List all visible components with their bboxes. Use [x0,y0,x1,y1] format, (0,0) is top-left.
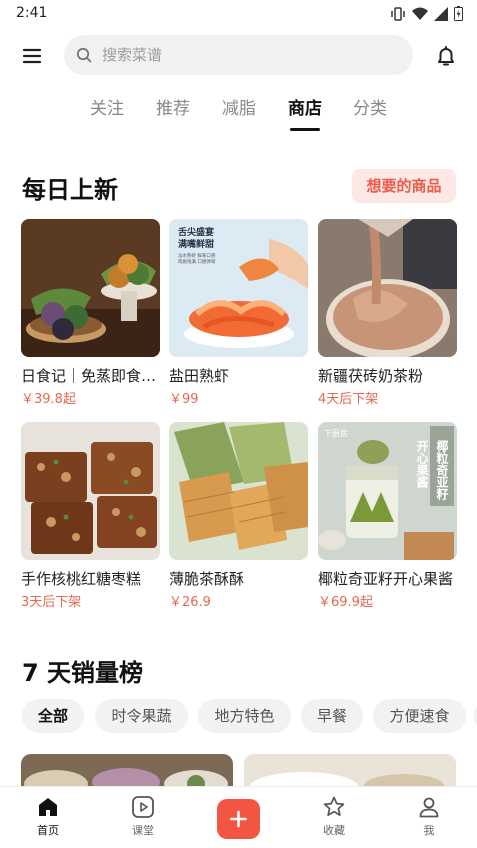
chip-local-specialty[interactable]: 地方特色 [198,699,291,733]
tab-follow[interactable]: 关注 [90,94,124,119]
product-image-milk-tea [318,219,457,357]
shrimp-text-4: 肉质饱满 口感弹韧 [178,258,216,265]
plus-icon [230,810,247,828]
product-card[interactable]: 舌尖盛宴 满嘴鲜甜 淡水熟虾 鲜味口感 肉质饱满 口感弹韧 盐田熟虾 ￥99 [169,219,308,407]
product-price: ￥99 [169,392,199,407]
active-tab-indicator [290,128,320,131]
product-card[interactable]: 下厨房 椰粒奇亚籽 开心果酱 椰粒奇亚籽开心果酱 ￥69.9起 [318,422,457,610]
chip-breakfast[interactable]: 早餐 [301,699,363,733]
bottom-navigation: 首页 课堂 收藏 我 [0,786,477,848]
product-image-shrimp: 舌尖盛宴 满嘴鲜甜 淡水熟虾 鲜味口感 肉质饱满 口感弹韧 [169,219,308,357]
rank-card-preview[interactable] [244,754,456,788]
search-icon [76,47,92,63]
product-image-pistachio-jam: 下厨房 椰粒奇亚籽 开心果酱 [318,422,457,560]
nav-me[interactable]: 我 [399,795,459,838]
play-icon [132,796,154,818]
chip-instant-food[interactable]: 方便速食 [373,699,466,733]
shrimp-text-2: 满嘴鲜甜 [178,238,214,250]
menu-button[interactable] [18,44,46,68]
product-name: 椰粒奇亚籽开心果酱 [318,570,454,588]
category-tabs: 关注 推荐 减脂 商店 分类 [0,94,477,134]
chip-all[interactable]: 全部 [22,699,84,733]
jam-vertical-text-1: 椰粒奇亚籽 [435,439,449,501]
status-icons [390,6,463,21]
product-image-tea-crisps [169,422,308,560]
product-image-qingtuan [21,219,160,357]
product-name: 日食记｜免蒸即食青团 [21,367,160,385]
hamburger-menu-icon [22,48,42,64]
vibrate-icon [391,6,405,21]
status-bar: 2:41 [0,0,477,28]
home-icon [39,798,57,816]
bell-icon [438,46,454,66]
nav-label: 我 [423,824,435,837]
product-card[interactable]: 手作核桃红糖枣糕 3天后下架 [21,422,160,610]
rank-filter-chips: 全部 时令果蔬 地方特色 早餐 方便速食 [22,699,477,733]
search-bar[interactable] [64,35,413,75]
tab-store[interactable]: 商店 [288,94,322,119]
product-name: 薄脆茶酥酥 [169,570,245,588]
notifications-button[interactable] [432,42,460,70]
product-name: 新疆茯砖奶茶粉 [318,367,424,385]
product-price: ￥26.9 [169,595,211,610]
tab-fat-loss[interactable]: 减脂 [222,94,256,119]
star-icon [323,796,345,816]
shrimp-text-3: 淡水熟虾 鲜味口感 [178,252,216,259]
battery-charging-icon [454,6,463,21]
shrimp-text-1: 舌尖盛宴 [178,226,214,238]
jam-vertical-text-2: 开心果酱 [415,440,429,489]
weekly-rank-title: 7 天销量榜 [22,659,144,687]
product-card[interactable]: 新疆茯砖奶茶粉 4天后下架 [318,219,457,407]
want-products-button[interactable]: 想要的商品 [352,169,456,203]
top-bar [0,32,477,80]
product-image-walnut-cake [21,422,160,560]
signal-icon [434,6,448,21]
tab-categories[interactable]: 分类 [353,94,387,119]
nav-favorites[interactable]: 收藏 [304,795,364,838]
user-icon [419,797,439,818]
chip-seasonal-produce[interactable]: 时令果蔬 [95,699,188,733]
nav-label: 首页 [37,824,59,837]
search-input[interactable] [102,35,402,75]
product-price: 4天后下架 [318,392,379,407]
status-time: 2:41 [16,5,48,21]
daily-new-title: 每日上新 [22,176,118,204]
tab-recommend[interactable]: 推荐 [156,94,190,119]
rank-card-preview[interactable] [21,754,233,788]
wifi-icon [412,7,428,20]
jam-brand-text: 下厨房 [324,428,348,438]
product-price: ￥39.8起 [21,392,76,407]
product-card[interactable]: 薄脆茶酥酥 ￥26.9 [169,422,308,610]
nav-classroom[interactable]: 课堂 [113,795,173,838]
product-price: 3天后下架 [21,595,82,610]
product-name: 盐田熟虾 [169,367,230,385]
nav-home[interactable]: 首页 [18,795,78,838]
product-card[interactable]: 日食记｜免蒸即食青团 ￥39.8起 [21,219,160,407]
create-button[interactable] [217,799,260,839]
nav-label: 课堂 [132,824,154,837]
nav-label: 收藏 [323,824,345,837]
product-name: 手作核桃红糖枣糕 [21,570,142,588]
product-price: ￥69.9起 [318,595,373,610]
